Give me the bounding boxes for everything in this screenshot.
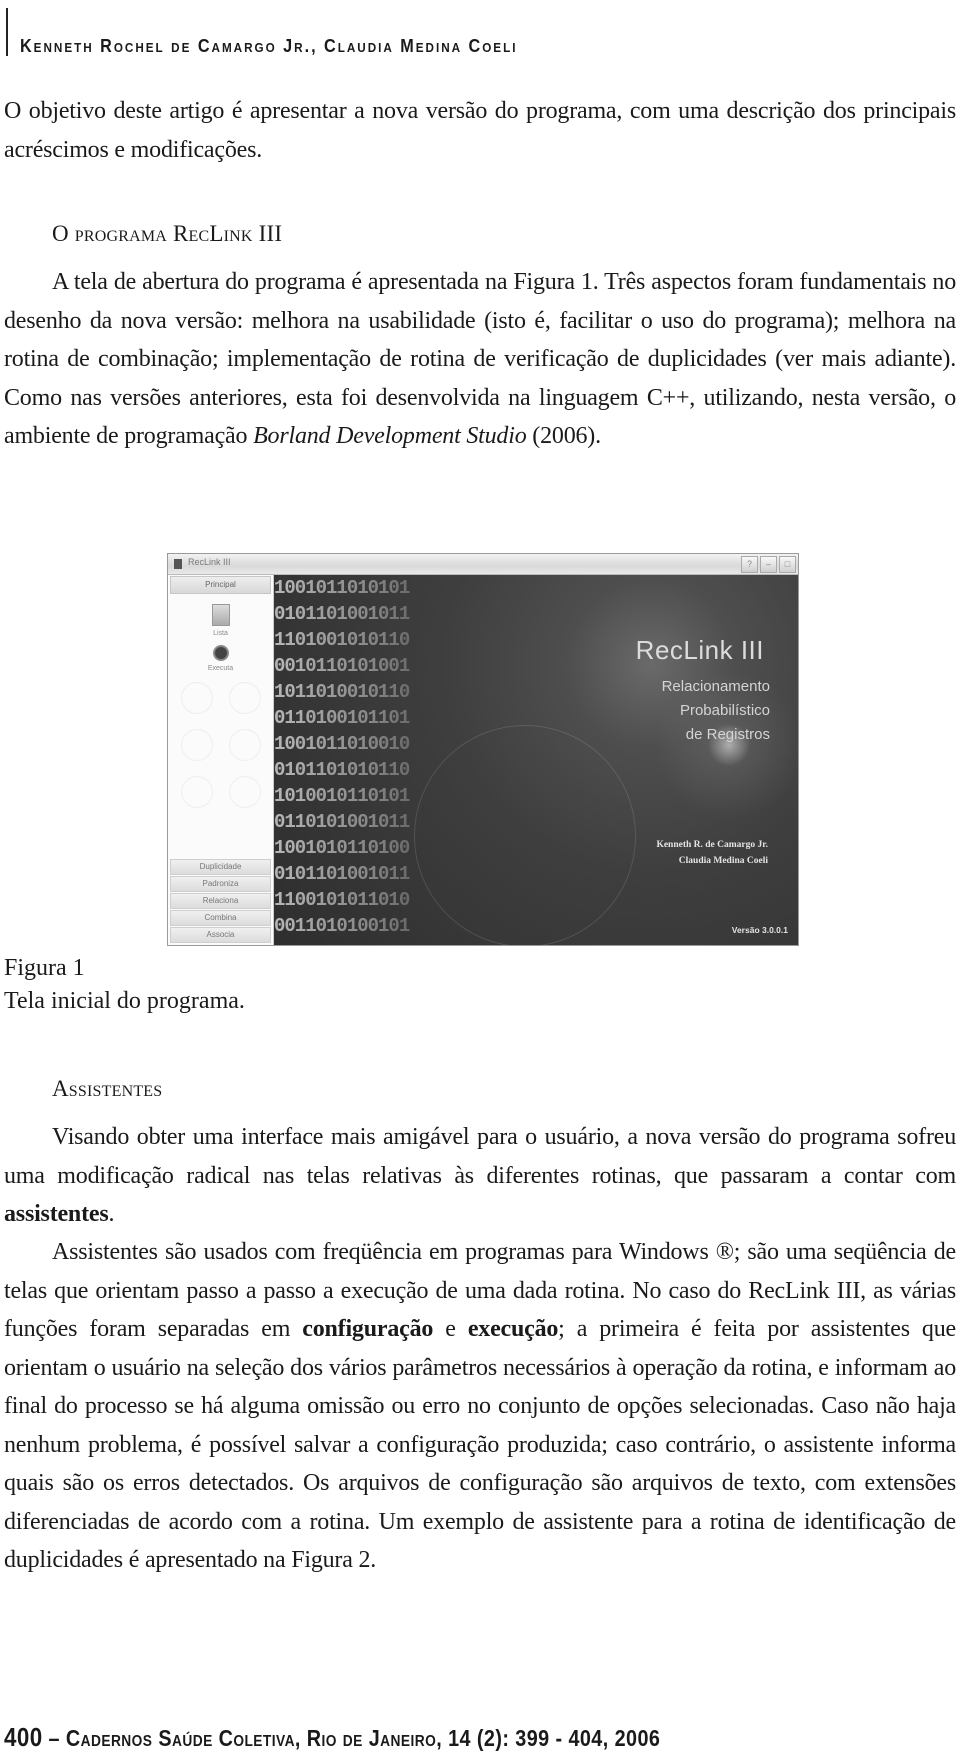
- minimize-button[interactable]: –: [760, 556, 777, 573]
- bold-run: execução: [467, 1316, 559, 1342]
- section1-paragraph: A tela de abertura do programa é apresen…: [4, 263, 956, 456]
- author-line: Claudia Medina Coeli: [678, 856, 768, 866]
- faded-icon: [228, 776, 261, 808]
- sidebar-header[interactable]: Principal: [170, 576, 271, 594]
- window-buttons: ? – □: [741, 556, 796, 573]
- subtitle-line: Relacionamento: [661, 678, 770, 695]
- figure-caption: Figura 1 Tela inicial do programa.: [4, 952, 245, 1018]
- sidebar-button-duplicidade[interactable]: Duplicidade: [170, 859, 271, 875]
- figure-caption-text: Tela inicial do programa.: [4, 988, 245, 1014]
- intro-paragraph: O objetivo deste artigo é apresentar a n…: [4, 98, 956, 163]
- help-button[interactable]: ?: [741, 556, 758, 573]
- splash-version: Versão 3.0.0.1: [731, 925, 788, 935]
- section-title-assistentes: Assistentes: [52, 1076, 163, 1101]
- sidebar-button-relaciona[interactable]: Relaciona: [170, 893, 271, 909]
- page-footer: 400 – Cadernos Saúde Coletiva, Rio de Ja…: [4, 1722, 660, 1753]
- figure-1-screenshot: RecLink III ? – □ Principal Lista Execut…: [167, 553, 799, 946]
- splash-title: RecLink III: [635, 635, 764, 665]
- author-line: Kenneth R. de Camargo Jr.: [656, 840, 768, 850]
- subtitle-line: Probabilístico: [679, 702, 770, 719]
- sidebar-item-label: Lista: [213, 630, 228, 637]
- running-head: Kenneth Rochel de Camargo Jr., Claudia M…: [20, 36, 518, 56]
- faded-icon: [228, 682, 261, 714]
- sidebar-item-lista[interactable]: Lista: [191, 604, 251, 637]
- subtitle-line: de Registros: [685, 726, 770, 743]
- text-run: e: [433, 1316, 468, 1342]
- figure-label: Figura 1: [4, 955, 85, 981]
- section2-paragraph-1: Visando obter uma interface mais amigáve…: [4, 1118, 956, 1234]
- text-run: (2006).: [526, 423, 601, 449]
- faded-icon: [228, 729, 261, 761]
- gear-icon: [214, 647, 227, 659]
- window-titlebar: RecLink III ? – □: [168, 554, 798, 575]
- faded-icon: [180, 682, 213, 714]
- section-title-reclink: O programa RecLink III: [52, 221, 283, 246]
- journal-citation: – Cadernos Saúde Coletiva, Rio de Janeir…: [42, 1725, 661, 1751]
- faded-icon: [180, 729, 213, 761]
- sidebar-button-combina[interactable]: Combina: [170, 910, 271, 926]
- header-rule: [6, 8, 8, 56]
- app-sidebar: Principal Lista Executa Duplicidade Padr…: [168, 575, 274, 945]
- italic-run: Borland Development Studio: [253, 423, 527, 449]
- sidebar-button-padroniza[interactable]: Padroniza: [170, 876, 271, 892]
- sidebar-item-executa[interactable]: Executa: [191, 647, 251, 672]
- text-run: .: [108, 1201, 115, 1227]
- bold-run: configuração: [302, 1316, 434, 1342]
- section2-paragraph-2: Assistentes são usados com freqüência em…: [4, 1233, 956, 1580]
- page-number: 400: [4, 1722, 43, 1752]
- maximize-button[interactable]: □: [779, 556, 796, 573]
- splash-authors: Kenneth R. de Camargo Jr. Claudia Medina…: [656, 837, 768, 869]
- sidebar-button-associa[interactable]: Associa: [170, 927, 271, 943]
- bold-run: assistentes: [4, 1201, 109, 1227]
- splash-panel: 1001011010101 0101101001011 110100101011…: [274, 575, 798, 945]
- sidebar-buttons: Duplicidade Padroniza Relaciona Combina …: [170, 858, 271, 943]
- sidebar-ghost-icons: [168, 672, 273, 813]
- text-run: Visando obter uma interface mais amigáve…: [4, 1124, 956, 1189]
- sidebar-item-label: Executa: [207, 665, 234, 672]
- splash-subtitle: Relacionamento Probabilístico de Registr…: [620, 675, 770, 747]
- document-icon: [211, 604, 230, 626]
- faded-icon: [180, 776, 213, 808]
- lens-flare-ring: [414, 725, 636, 945]
- app-icon: [174, 559, 182, 569]
- text-run: A tela de abertura do programa é apresen…: [4, 269, 956, 449]
- text-run: ; a primeira é feita por assistentes que…: [4, 1316, 956, 1573]
- window-title: RecLink III: [188, 557, 231, 567]
